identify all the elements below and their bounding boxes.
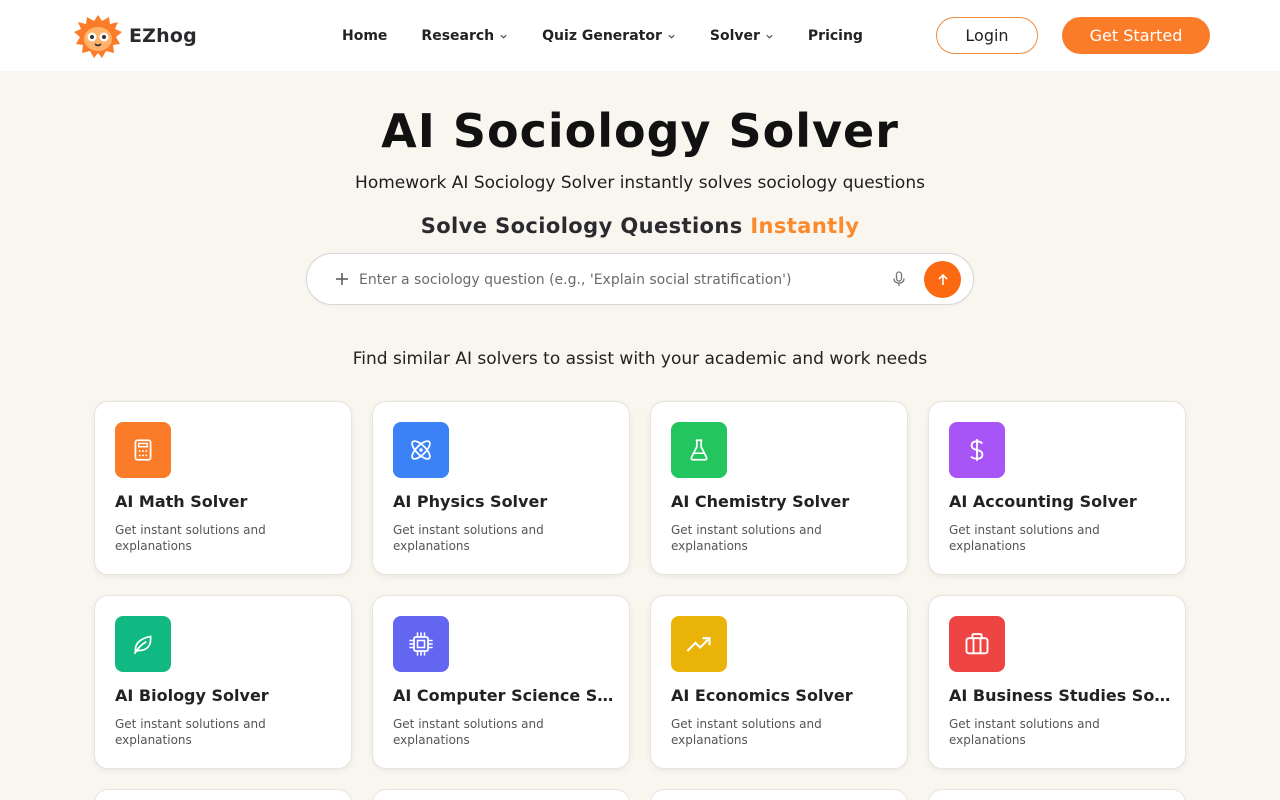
dollar-icon	[949, 422, 1005, 478]
card-description: Get instant solutions and explanations	[949, 523, 1100, 553]
solver-card-physics[interactable]: AI Physics Solver Get instant solutions …	[372, 401, 630, 575]
briefcase-icon	[949, 616, 1005, 672]
login-button[interactable]: Login	[936, 17, 1038, 54]
brand-logo[interactable]: EZhog	[73, 13, 197, 59]
leaf-icon	[115, 616, 171, 672]
cpu-chip-icon	[393, 616, 449, 672]
card-description: Get instant solutions and explanations	[671, 523, 822, 553]
solver-card-partial[interactable]	[928, 789, 1186, 800]
brand-name: EZhog	[129, 25, 197, 47]
chevron-down-icon	[499, 32, 508, 41]
nav-pricing[interactable]: Pricing	[808, 28, 863, 44]
solver-card-partial[interactable]	[372, 789, 630, 800]
card-description: Get instant solutions and explanations	[115, 523, 266, 553]
nav-research-label: Research	[421, 28, 495, 44]
plus-icon[interactable]	[331, 268, 353, 290]
card-title: AI Chemistry Solver	[671, 492, 850, 511]
question-input[interactable]	[359, 264, 879, 296]
nav-home[interactable]: Home	[342, 28, 387, 44]
nav-quiz-generator[interactable]: Quiz Generator	[542, 28, 676, 44]
nav-home-label: Home	[342, 28, 388, 44]
card-description: Get instant solutions and explanations	[671, 717, 822, 747]
hero-tagline-main: Solve Sociology Questions	[420, 214, 743, 238]
solver-card-math[interactable]: AI Math Solver Get instant solutions and…	[94, 401, 352, 575]
card-title: AI Biology Solver	[115, 686, 269, 705]
atom-icon	[393, 422, 449, 478]
solver-card-biology[interactable]: AI Biology Solver Get instant solutions …	[94, 595, 352, 769]
get-started-button[interactable]: Get Started	[1062, 17, 1210, 54]
card-title: AI Computer Science Solver	[393, 686, 615, 705]
microphone-icon[interactable]	[889, 269, 909, 289]
nav-research[interactable]: Research	[421, 28, 508, 44]
send-button[interactable]	[924, 261, 961, 298]
nav-quiz-generator-label: Quiz Generator	[542, 28, 662, 44]
nav-solver-label: Solver	[709, 28, 760, 44]
solver-card-chemistry[interactable]: AI Chemistry Solver Get instant solution…	[650, 401, 908, 575]
chevron-down-icon	[765, 32, 774, 41]
solver-card-partial[interactable]	[94, 789, 352, 800]
hero-tagline-accent: Instantly	[750, 214, 860, 238]
card-title: AI Business Studies Solver	[949, 686, 1171, 705]
card-title: AI Economics Solver	[671, 686, 853, 705]
card-description: Get instant solutions and explanations	[115, 717, 266, 747]
calculator-icon	[115, 422, 171, 478]
page-subtitle: Homework AI Sociology Solver instantly s…	[355, 173, 925, 193]
page-title: AI Sociology Solver	[381, 104, 899, 158]
nav-pricing-label: Pricing	[807, 28, 863, 44]
arrow-up-icon	[937, 273, 948, 285]
similar-solvers-heading: Find similar AI solvers to assist with y…	[352, 349, 928, 369]
card-description: Get instant solutions and explanations	[393, 717, 544, 747]
chevron-down-icon	[667, 32, 676, 41]
main-nav: Home Research Quiz Generator Solver Pric…	[342, 25, 863, 47]
hero-tagline: Solve Sociology Questions Instantly	[0, 214, 1280, 238]
card-title: AI Math Solver	[115, 492, 248, 511]
card-title: AI Accounting Solver	[949, 492, 1137, 511]
solver-card-partial[interactable]	[650, 789, 908, 800]
card-title: AI Physics Solver	[393, 492, 548, 511]
trending-up-icon	[671, 616, 727, 672]
solver-card-economics[interactable]: AI Economics Solver Get instant solution…	[650, 595, 908, 769]
site-header: EZhog Home Research Quiz Generator Solve…	[0, 0, 1280, 71]
nav-solver[interactable]: Solver	[710, 28, 774, 44]
flask-icon	[671, 422, 727, 478]
solver-card-computer-science[interactable]: AI Computer Science Solver Get instant s…	[372, 595, 630, 769]
question-search-box	[306, 253, 974, 305]
solver-card-business-studies[interactable]: AI Business Studies Solver Get instant s…	[928, 595, 1186, 769]
card-description: Get instant solutions and explanations	[393, 523, 544, 553]
hedgehog-logo-icon	[74, 15, 122, 58]
solver-card-accounting[interactable]: AI Accounting Solver Get instant solutio…	[928, 401, 1186, 575]
card-description: Get instant solutions and explanations	[949, 717, 1100, 747]
